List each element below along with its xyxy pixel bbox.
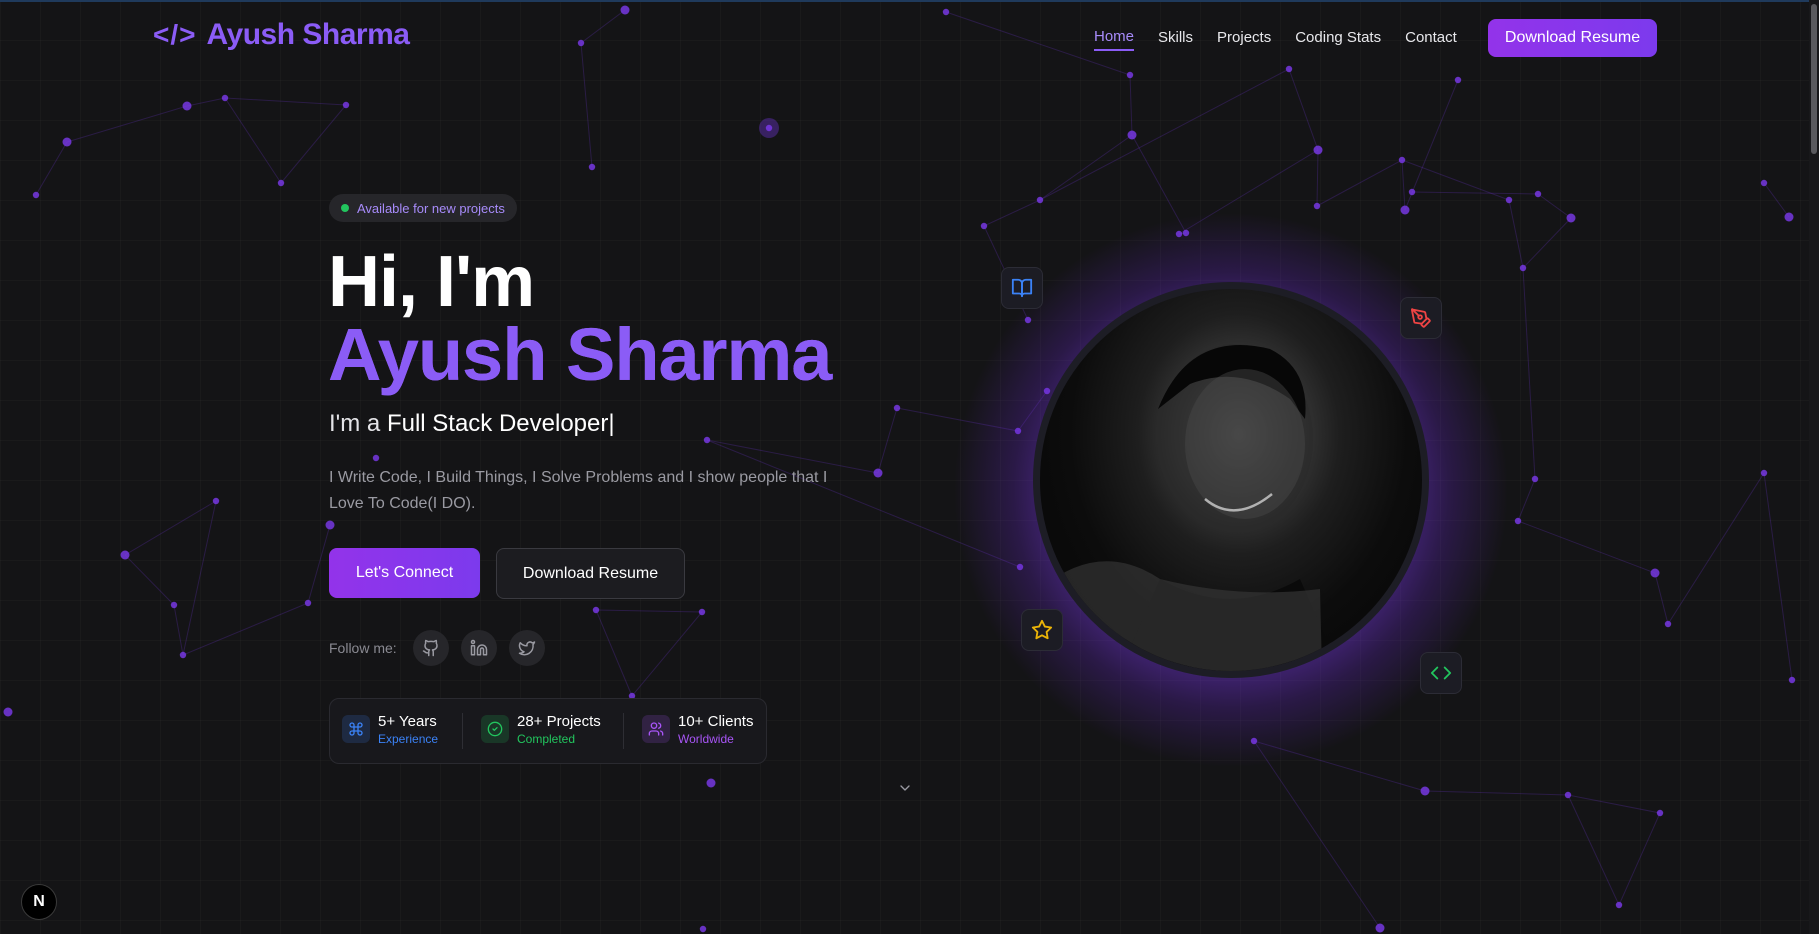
stat-clients: 10+ Clients Worldwide — [642, 713, 753, 747]
users-icon — [642, 715, 670, 743]
book-icon-badge — [1001, 267, 1043, 309]
twitter-link[interactable] — [509, 630, 545, 666]
linkedin-icon — [470, 639, 488, 656]
stat-label: Experience — [378, 732, 439, 746]
main-nav: Home Skills Projects Coding Stats Contac… — [1094, 28, 1457, 51]
profile-photo — [1033, 282, 1429, 678]
hero-name: Ayush Sharma — [328, 313, 832, 396]
command-icon — [342, 715, 370, 743]
download-resume-button[interactable]: Download Resume — [496, 548, 685, 599]
pen-tool-icon — [1411, 308, 1431, 328]
stat-label: Worldwide — [678, 732, 734, 746]
logo-text: Ayush Sharma — [206, 18, 410, 51]
availability-badge: Available for new projects — [329, 194, 517, 222]
stat-value: 5+ Years — [378, 713, 437, 730]
linkedin-link[interactable] — [461, 630, 497, 666]
code-icon-badge — [1420, 652, 1462, 694]
stat-divider — [623, 713, 624, 749]
stat-divider — [462, 713, 463, 749]
nav-contact[interactable]: Contact — [1405, 29, 1457, 50]
code-icon — [1430, 666, 1452, 680]
scroll-down-chevron-icon[interactable] — [897, 780, 913, 801]
pen-tool-icon-badge — [1400, 297, 1442, 339]
stat-experience: 5+ Years Experience — [342, 713, 438, 747]
twitter-icon — [518, 641, 536, 656]
nav-download-resume-button[interactable]: Download Resume — [1488, 19, 1657, 57]
stat-label: Completed — [517, 732, 576, 746]
nav-projects[interactable]: Projects — [1217, 29, 1271, 50]
dev-tools-badge[interactable]: N — [21, 884, 57, 920]
role-prefix: I'm a — [329, 410, 387, 437]
site-logo[interactable]: </> Ayush Sharma — [153, 18, 410, 52]
hero-greeting: Hi, I'm — [328, 242, 535, 322]
stat-value: 28+ Projects — [517, 713, 601, 730]
window-top-border — [0, 0, 1819, 2]
nav-coding-stats[interactable]: Coding Stats — [1295, 29, 1381, 50]
lets-connect-button[interactable]: Let's Connect — [329, 548, 480, 598]
star-icon-badge — [1021, 609, 1063, 651]
github-icon — [422, 639, 438, 657]
stat-value: 10+ Clients — [678, 713, 754, 730]
follow-label: Follow me: — [329, 640, 397, 656]
github-link[interactable] — [413, 630, 449, 666]
check-circle-icon — [481, 715, 509, 743]
page-scrollbar[interactable] — [1809, 0, 1819, 934]
nav-skills[interactable]: Skills — [1158, 29, 1193, 50]
stat-projects: 28+ Projects Completed — [481, 713, 601, 747]
nav-home[interactable]: Home — [1094, 28, 1135, 51]
status-dot-icon — [341, 204, 349, 212]
star-icon — [1031, 619, 1053, 640]
scrollbar-thumb[interactable] — [1811, 4, 1817, 154]
stats-card: 5+ Years Experience 28+ Projects Complet… — [329, 698, 767, 764]
hero-role-line: I'm a Full Stack Developer| — [329, 410, 615, 438]
hero-description: I Write Code, I Build Things, I Solve Pr… — [329, 469, 828, 512]
book-icon — [1011, 278, 1033, 298]
role-typed-text: Full Stack Developer| — [386, 410, 615, 437]
availability-text: Available for new projects — [357, 200, 505, 216]
code-brackets-icon: </> — [153, 19, 197, 50]
